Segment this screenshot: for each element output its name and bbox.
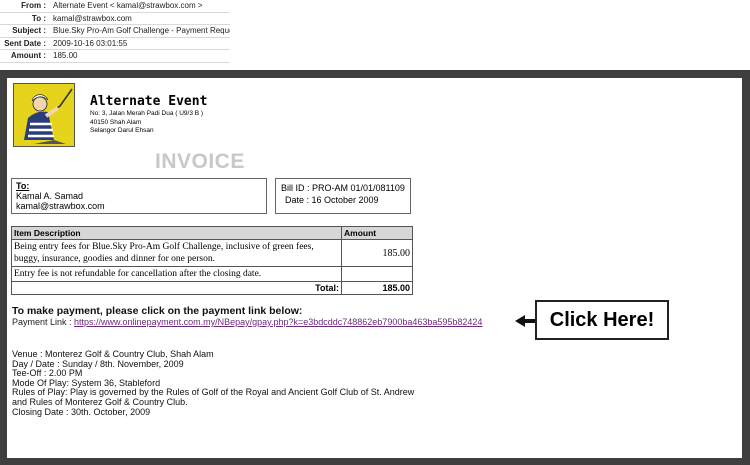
bill-info-box: Bill ID : PRO-AM 01/01/081109 Date : 16 …: [275, 178, 411, 214]
detail-line: Closing Date : 30th. October, 2009: [12, 406, 151, 417]
amount-value: 185.00: [53, 51, 78, 60]
header-to-row: To : kamal@strawbox.com: [0, 13, 230, 25]
to-label: To :: [31, 13, 46, 23]
payment-link[interactable]: https://www.onlinepayment.com.my/NBepay/…: [74, 317, 482, 327]
table-header-row: Item Description Amount: [11, 226, 413, 240]
recipient-label: To:: [16, 181, 30, 191]
recipient-box: To: Kamal A. Samad kamal@strawbox.com: [11, 178, 267, 214]
table-row: Entry fee is not refundable for cancella…: [11, 266, 413, 282]
to-value: kamal@strawbox.com: [53, 13, 132, 23]
address-line: 40150 Shah Alam: [90, 118, 142, 126]
bill-date: Date : 16 October 2009: [285, 195, 379, 205]
company-name: Alternate Event: [90, 94, 208, 109]
table-row: Being entry fees for Blue.Sky Pro-Am Gol…: [11, 239, 413, 267]
total-row: Total: 185.00: [11, 281, 413, 295]
header-date-row: Sent Date : 2009-10-16 03:01:55: [0, 38, 230, 50]
click-here-callout: Click Here!: [535, 300, 669, 340]
invoice-page: Alternate Event No: 3, Jalan Merah Padi …: [7, 78, 742, 458]
header-subject-row: Subject : Blue.Sky Pro-Am Golf Challenge…: [0, 25, 230, 38]
from-value: Alternate Event < kamal@strawbox.com >: [53, 1, 203, 10]
from-label: From :: [21, 1, 46, 10]
item-amount: 185.00: [341, 239, 413, 267]
item-description: Entry fee is not refundable for cancella…: [11, 266, 342, 282]
address-line: No: 3, Jalan Merah Padi Dua ( U9/3 B ): [90, 110, 204, 117]
recipient-email: kamal@strawbox.com: [16, 201, 105, 211]
company-address: No: 3, Jalan Merah Padi Dua ( U9/3 B ) 4…: [90, 110, 203, 136]
payment-link-line: Payment Link : https://www.onlinepayment…: [12, 317, 482, 327]
golfer-logo-icon: [13, 83, 75, 147]
invoice-items-table: Item Description Amount Being entry fees…: [11, 226, 413, 295]
column-header-amount: Amount: [341, 226, 413, 240]
payment-heading: To make payment, please click on the pay…: [12, 305, 303, 317]
invoice-title: INVOICE: [155, 150, 245, 173]
sent-date-label: Sent Date :: [4, 38, 46, 48]
address-line: Selangor Darul Ehsan: [90, 127, 154, 134]
bill-id: Bill ID : PRO-AM 01/01/081109: [281, 183, 405, 193]
subject-label: Subject :: [12, 26, 46, 35]
subject-value: Blue.Sky Pro-Am Golf Challenge - Payment…: [53, 26, 230, 35]
payment-link-label: Payment Link :: [12, 317, 75, 327]
header-amount-row: Amount : 185.00: [0, 50, 230, 63]
event-details: Venue : Monterez Golf & Country Club, Sh…: [12, 349, 414, 417]
total-label: Total:: [11, 281, 342, 295]
email-body-frame: Alternate Event No: 3, Jalan Merah Padi …: [0, 70, 750, 465]
recipient-name: Kamal A. Samad: [16, 191, 84, 201]
item-description: Being entry fees for Blue.Sky Pro-Am Gol…: [11, 239, 342, 267]
header-from-row: From : Alternate Event < kamal@strawbox.…: [0, 0, 230, 13]
sent-date-value: 2009-10-16 03:01:55: [53, 38, 128, 48]
email-header: From : Alternate Event < kamal@strawbox.…: [0, 0, 230, 63]
item-amount: [341, 266, 413, 282]
amount-label: Amount :: [10, 51, 46, 60]
column-header-description: Item Description: [11, 226, 342, 240]
total-amount: 185.00: [341, 281, 413, 295]
